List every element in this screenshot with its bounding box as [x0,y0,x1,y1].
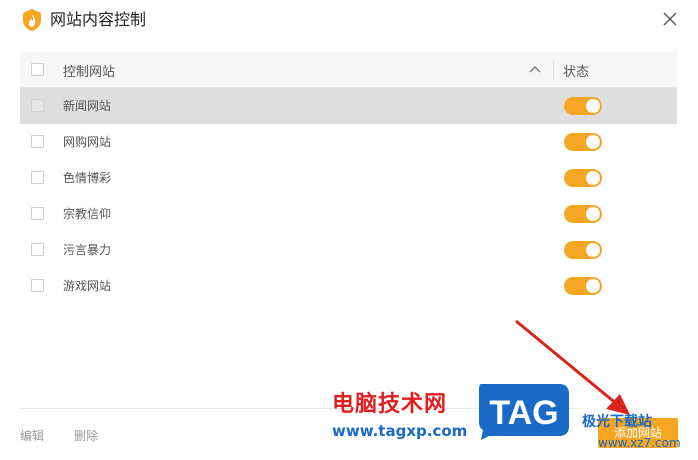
chevron-up-icon[interactable] [529,64,541,74]
table-row[interactable]: 污言暴力 [20,232,677,268]
toggle-knob [586,243,600,257]
row-checkbox[interactable] [31,243,44,256]
row-site-name: 色情博彩 [63,171,112,185]
edit-link[interactable]: 编辑 [20,427,44,444]
row-checkbox[interactable] [31,207,44,220]
status-toggle[interactable] [564,133,602,151]
column-header-status: 状态 [563,65,590,80]
delete-link[interactable]: 删除 [74,427,98,444]
site-table: 控制网站 状态 新闻网站 网购网站 色情博彩 宗教信仰 污言暴力 游戏网站 [20,52,677,304]
status-toggle[interactable] [564,241,602,259]
row-site-name: 污言暴力 [63,243,112,257]
watermark-site-url: www.tagxp.com [332,422,468,440]
table-row[interactable]: 宗教信仰 [20,196,677,232]
watermark-site-name: 电脑技术网 [332,392,448,417]
row-checkbox[interactable] [31,99,44,112]
window-title: 网站内容控制 [50,10,147,29]
toggle-knob [586,279,600,293]
column-header-site: 控制网站 [63,65,116,80]
table-row[interactable]: 网购网站 [20,124,677,160]
table-row[interactable]: 游戏网站 [20,268,677,304]
status-toggle[interactable] [564,205,602,223]
status-toggle[interactable] [564,277,602,295]
toggle-knob [586,135,600,149]
red-arrow-annotation [515,319,630,415]
row-site-name: 宗教信仰 [63,207,112,221]
status-toggle[interactable] [564,97,602,115]
toggle-knob [586,171,600,185]
close-icon[interactable] [662,11,678,27]
row-site-name: 游戏网站 [63,279,112,293]
title-bar: 网站内容控制 [0,0,698,40]
watermark-right-url: www.xz7.com [598,436,681,450]
row-checkbox[interactable] [31,135,44,148]
row-checkbox[interactable] [31,171,44,184]
toggle-knob [586,207,600,221]
row-site-name: 新闻网站 [63,99,112,113]
toggle-knob [586,99,600,113]
table-row[interactable]: 新闻网站 [20,88,677,124]
row-site-name: 网购网站 [63,135,112,149]
select-all-checkbox[interactable] [31,63,44,76]
shield-flame-icon [23,9,41,31]
column-divider [553,60,554,80]
status-toggle[interactable] [564,169,602,187]
row-checkbox[interactable] [31,279,44,292]
table-header: 控制网站 状态 [20,52,677,88]
table-row[interactable]: 色情博彩 [20,160,677,196]
